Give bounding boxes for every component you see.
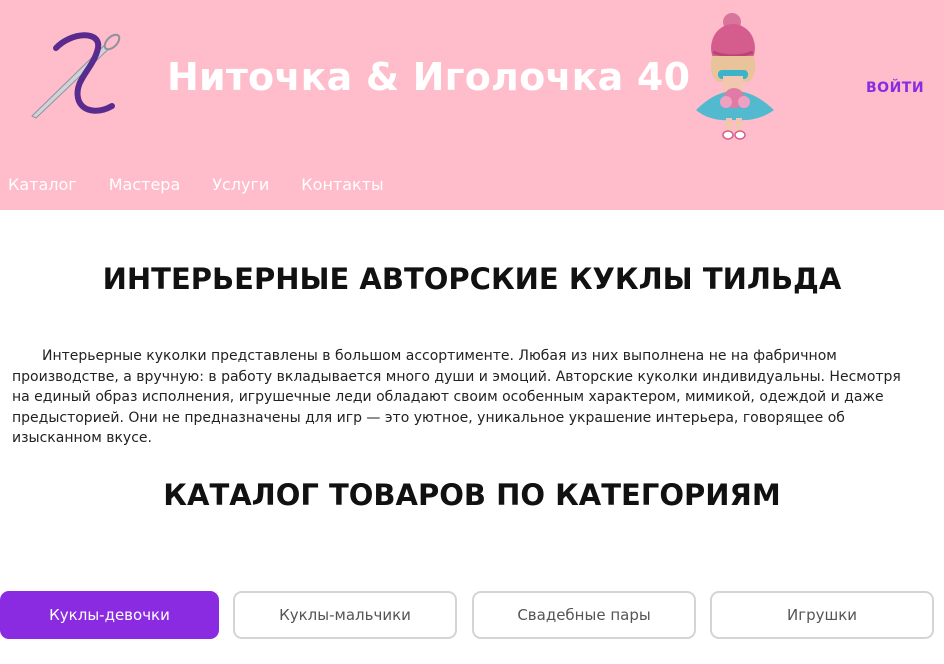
site-title: Ниточка & Иголочка 40: [167, 55, 691, 99]
category-button-toys[interactable]: Игрушки: [710, 591, 934, 639]
category-button-wedding-pairs[interactable]: Свадебные пары: [472, 591, 696, 639]
nav-item-services[interactable]: Услуги: [212, 175, 269, 194]
page-title: ИНТЕРЬЕРНЫЕ АВТОРСКИЕ КУКЛЫ ТИЛЬДА: [102, 262, 842, 296]
main-nav: Каталог Мастера Услуги Контакты: [8, 175, 416, 194]
needle-thread-icon[interactable]: [26, 28, 122, 122]
category-button-boys[interactable]: Куклы-мальчики: [233, 591, 457, 639]
login-link[interactable]: ВОЙТИ: [866, 80, 924, 96]
nav-item-masters[interactable]: Мастера: [109, 175, 181, 194]
category-button-girls[interactable]: Куклы-девочки: [0, 591, 219, 639]
tilda-doll-image: [696, 13, 774, 140]
nav-item-contacts[interactable]: Контакты: [301, 175, 383, 194]
nav-item-catalog[interactable]: Каталог: [8, 175, 77, 194]
catalog-heading: КАТАЛОГ ТОВАРОВ ПО КАТЕГОРИЯМ: [163, 478, 781, 512]
site-header: Ниточка & Иголочка 40 ВОЙТИ Каталог Маст…: [0, 0, 944, 210]
intro-text: Интерьерные куколки представлены в больш…: [12, 348, 901, 446]
